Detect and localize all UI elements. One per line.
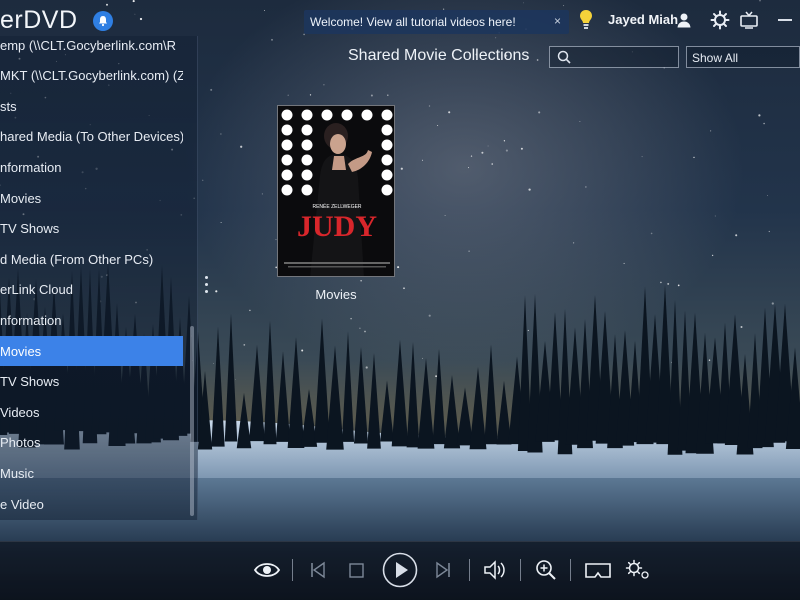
sidebar-scrollbar[interactable] [190,326,194,516]
zoom-icon[interactable] [535,559,557,581]
lightbulb-icon[interactable] [578,9,594,31]
sidebar-item-label: TV Shows [0,374,60,390]
previous-icon[interactable] [309,561,327,579]
sidebar-item[interactable]: Music [0,458,183,488]
sidebar-item[interactable]: emp (\\CLT.Gocyberlink.com\R [0,30,183,60]
user-name[interactable]: Jayed Miah [608,12,678,27]
sidebar-item-label: Movies [0,190,42,206]
welcome-text[interactable]: Welcome! View all tutorial videos here! [310,15,516,29]
sidebar-item-label: Videos [0,404,40,420]
minimize-button[interactable] [778,19,792,21]
notification-bell-icon[interactable] [93,11,113,31]
welcome-banner[interactable]: Welcome! View all tutorial videos here! … [304,10,569,34]
separator [520,559,521,581]
sidebar-resize-handle[interactable] [205,276,209,298]
sidebar-item[interactable]: MKT (\\CLT.Gocyberlink.com) (Z [0,61,183,91]
search-icon [557,50,571,64]
sidebar-item-label: Music [0,465,34,481]
sidebar-item-label: nformation [0,159,62,175]
separator [570,559,571,581]
sidebar: emp (\\CLT.Gocyberlink.com\R MKT (\\CLT.G… [0,36,198,520]
tv-mode-icon[interactable] [739,10,759,30]
play-icon[interactable] [382,552,418,588]
sidebar-item-label: erLink Cloud [0,282,73,298]
sidebar-item-label: Photos [0,435,41,451]
sidebar-item-label: e Video [0,496,44,512]
sidebar-item[interactable]: e Video [0,489,183,519]
sidebar-item[interactable]: Movies [0,183,183,213]
sidebar-item[interactable]: hared Media (To Other Devices) [0,122,183,152]
next-icon[interactable] [434,561,452,579]
page-title: Shared Movie Collections [348,47,530,64]
sidebar-item[interactable]: sts [0,91,183,121]
sidebar-item[interactable]: nformation [0,152,183,182]
sidebar-item[interactable]: Videos [0,397,183,427]
sidebar-item-label: MKT (\\CLT.Gocyberlink.com) (Z [0,68,183,84]
collection-label[interactable]: Movies [277,287,395,302]
sidebar-item-label: sts [0,98,17,114]
sidebar-item-label: d Media (From Other PCs) [0,251,154,267]
separator [469,559,470,581]
filter-dropdown[interactable]: Show All [686,46,800,68]
separator [292,559,293,581]
item-count-badge: 1 [381,110,388,122]
poster-credit: RENÉE ZELLWEGER [312,203,361,210]
sidebar-item[interactable]: TV Shows [0,367,183,397]
user-icon[interactable] [676,12,692,28]
sidebar-item-label: nformation [0,312,62,328]
close-banner-button[interactable]: × [554,14,561,28]
poster-title: JUDY [297,210,377,243]
movie-poster: RENÉE ZELLWEGER JUDY [278,106,394,276]
sidebar-item[interactable]: d Media (From Other PCs) [0,244,183,274]
sidebar-item-label: TV Shows [0,221,60,237]
sidebar-item[interactable]: erLink Cloud [0,275,183,305]
player-control-bar [0,541,800,600]
sidebar-item-label: emp (\\CLT.Gocyberlink.com\R [0,37,177,53]
sidebar-item[interactable]: nformation [0,305,183,335]
volume-icon[interactable] [483,559,507,581]
eye-icon[interactable] [253,560,281,580]
vr-icon[interactable] [584,562,612,579]
movie-collection-card[interactable]: RENÉE ZELLWEGER JUDY 1 [277,105,395,277]
settings-icon[interactable] [625,559,651,581]
settings-gear-icon[interactable] [710,10,730,30]
sidebar-item[interactable]: Movies [0,336,183,366]
sidebar-item[interactable]: TV Shows [0,214,183,244]
search-input[interactable] [549,46,679,68]
sidebar-item[interactable]: Photos [0,428,183,458]
sidebar-item-label: Movies [0,343,42,359]
stop-icon[interactable] [349,563,364,578]
sidebar-item-label: hared Media (To Other Devices) [0,129,183,145]
